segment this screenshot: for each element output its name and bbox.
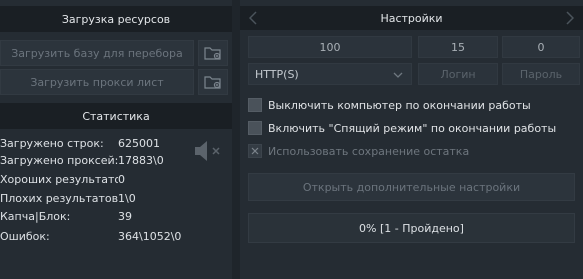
save-rest-label: Использовать сохранение остатка (268, 144, 470, 158)
shutdown-option[interactable]: Выключить компьютер по окончании работы (248, 96, 531, 114)
statistics-title: Статистика (82, 109, 150, 123)
stat-row-lines: Загружено строк: 625001 (0, 135, 160, 151)
retries-field[interactable]: 0 (502, 36, 580, 58)
load-base-label: Загрузить базу для перебора (11, 46, 183, 60)
stat-value: 39 (118, 209, 132, 223)
sound-mute-button[interactable] (192, 138, 228, 164)
load-proxy-button[interactable]: Загрузить прокси лист (0, 69, 194, 95)
stat-label: Капча|Блок: (0, 209, 71, 223)
advanced-settings-label: Открыть дополнительные настройки (302, 180, 521, 194)
statistics-header: Статистика (0, 103, 232, 129)
password-placeholder: Пароль (519, 67, 563, 81)
stat-label: Ошибок: (0, 229, 50, 243)
stat-label: Плохих результатов: (0, 191, 118, 205)
sleep-checkbox[interactable] (248, 121, 262, 135)
load-proxy-label: Загрузить прокси лист (30, 75, 164, 89)
save-rest-option: Использовать сохранение остатка (248, 142, 469, 160)
sleep-label: Включить "Спящий режим" по окончании раб… (268, 121, 557, 135)
stat-value: 364\1052\0 (118, 229, 182, 243)
stat-value: 17883\0 (118, 153, 164, 167)
stat-label: Загружено строк: (0, 136, 104, 150)
open-proxy-file-button[interactable] (198, 69, 228, 95)
next-arrow-button[interactable] (563, 8, 577, 28)
threads-field[interactable]: 100 (248, 36, 412, 58)
proxy-type-select[interactable]: HTTP(S) (248, 63, 412, 85)
settings-header: Настройки (240, 6, 583, 30)
resources-title: Загрузка ресурсов (61, 12, 171, 26)
stat-row-good: Хороших результатов: 0 (0, 171, 125, 187)
save-rest-checkbox (248, 144, 262, 158)
chevron-left-icon (249, 11, 257, 25)
open-base-file-button[interactable] (198, 40, 228, 66)
timeout-value: 15 (451, 40, 465, 54)
stat-row-proxies: Загружено проксей: 17883\0 (0, 152, 164, 168)
settings-title: Настройки (380, 11, 443, 25)
shutdown-label: Выключить компьютер по окончании работы (268, 98, 531, 112)
right-panel: Настройки 100 15 0 HTTP(S) Логин Пароль … (240, 0, 583, 279)
stat-row-bad: Плохих результатов: 1\0 (0, 190, 136, 206)
resources-header: Загрузка ресурсов (0, 6, 232, 32)
stat-value: 625001 (118, 136, 160, 150)
stat-label: Хороших результатов: (0, 172, 118, 186)
stat-label: Загружено проксей: (0, 153, 118, 167)
stat-row-errors: Ошибок: 364\1052\0 (0, 228, 181, 244)
left-panel: Загрузка ресурсов Загрузить базу для пер… (0, 0, 232, 279)
progress-bar: 0% [1 - Пройдено] (248, 213, 575, 243)
progress-text: 0% [1 - Пройдено] (359, 221, 464, 235)
login-field[interactable]: Логин (418, 63, 498, 85)
stat-value: 0 (118, 172, 125, 186)
login-placeholder: Логин (440, 67, 476, 81)
speaker-muted-icon (195, 141, 220, 161)
stat-row-captcha: Капча|Блок: 39 (0, 208, 132, 224)
timeout-field[interactable]: 15 (418, 36, 498, 58)
cross-icon (251, 147, 259, 155)
chevron-down-icon (393, 72, 403, 78)
load-base-button[interactable]: Загрузить базу для перебора (0, 40, 194, 66)
sleep-option[interactable]: Включить "Спящий режим" по окончании раб… (248, 119, 556, 137)
stat-value: 1\0 (118, 191, 136, 205)
advanced-settings-button[interactable]: Открыть дополнительные настройки (248, 173, 575, 201)
shutdown-checkbox[interactable] (248, 98, 262, 112)
folder-icon (204, 47, 221, 60)
retries-value: 0 (537, 40, 545, 54)
proxy-type-value: HTTP(S) (255, 67, 299, 81)
chevron-right-icon (566, 11, 574, 25)
folder-icon (204, 76, 221, 89)
threads-value: 100 (319, 40, 341, 54)
password-field[interactable]: Пароль (502, 63, 580, 85)
prev-arrow-button[interactable] (246, 8, 260, 28)
